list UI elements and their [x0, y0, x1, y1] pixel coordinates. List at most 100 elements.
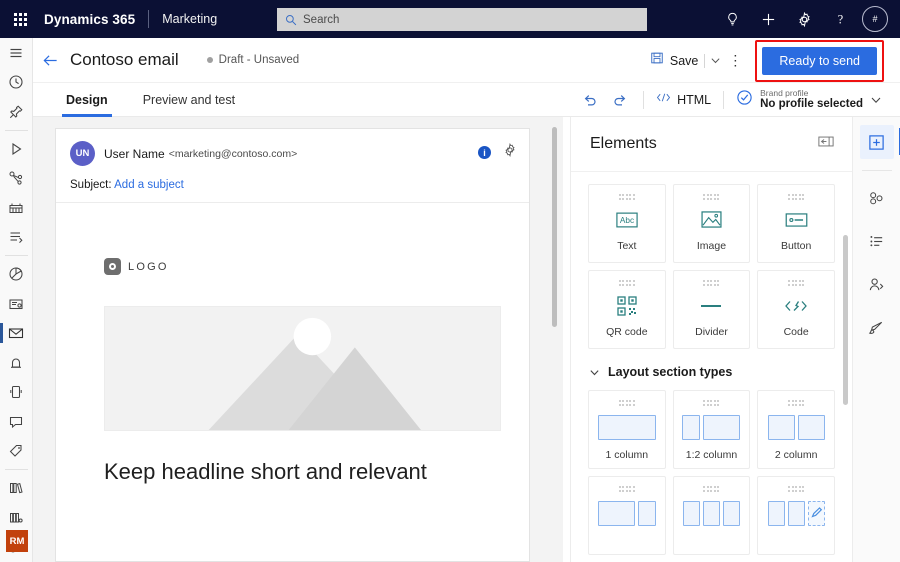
text-abc-icon: Abc [616, 209, 638, 231]
drag-grip-icon [618, 280, 635, 286]
save-label: Save [669, 53, 699, 68]
svg-text:Abc: Abc [620, 216, 634, 225]
sender-avatar: UN [70, 141, 95, 166]
drag-grip-icon [618, 486, 635, 492]
recent-clock-icon[interactable] [0, 68, 33, 98]
toolbar-right-actions: HTML Brand profile No profile selected [575, 83, 900, 117]
email-preview-card[interactable]: UN User Name <marketing@contoso.com> i S… [55, 128, 530, 562]
chevron-down-icon [590, 369, 599, 375]
canvas-scrollbar[interactable] [552, 127, 557, 551]
layout-card-custom-column[interactable] [757, 476, 835, 555]
tab-preview-and-test[interactable]: Preview and test [141, 83, 237, 117]
pinned-icon[interactable] [0, 97, 33, 127]
mobile-device-icon[interactable] [0, 378, 33, 408]
command-bar-actions: Save ⋮ Ready to send [644, 38, 900, 83]
gear-icon[interactable] [786, 0, 822, 38]
app-launcher-icon[interactable] [0, 0, 40, 38]
push-notification-icon[interactable] [0, 348, 33, 378]
lightbulb-icon[interactable] [714, 0, 750, 38]
environment-badge[interactable]: RM [6, 530, 28, 552]
html-toggle-button[interactable]: HTML [652, 91, 715, 109]
drag-grip-icon [618, 400, 635, 406]
layout-card-1-column[interactable]: 1 column [588, 390, 666, 469]
certificate-icon[interactable] [0, 289, 33, 319]
layout-label: 2 column [774, 448, 818, 461]
brand-profile-caption: Brand profile [760, 88, 809, 98]
top-nav-actions: ? # [714, 0, 900, 38]
logo-block[interactable]: LOGO [104, 258, 515, 275]
email-headline-text[interactable]: Keep headline short and relevant [104, 458, 501, 486]
templates-icon[interactable] [0, 503, 33, 533]
layout-card-1-2-column[interactable]: 1:2 column [672, 390, 751, 469]
right-tool-rail [852, 117, 900, 562]
back-arrow-icon[interactable] [33, 38, 67, 83]
segments-icon[interactable] [0, 193, 33, 223]
brand-profile-value: No profile selected [760, 98, 863, 111]
qr-code-icon [617, 295, 637, 317]
elements-panel-header: Elements [571, 117, 852, 172]
layout-preview [682, 500, 740, 526]
element-card-code[interactable]: Code [757, 270, 835, 349]
layout-card-3-column[interactable] [672, 476, 751, 555]
drag-grip-icon [703, 280, 720, 286]
save-dropdown-button[interactable] [704, 53, 721, 68]
email-header-actions: i [478, 142, 517, 162]
element-card-qr-code[interactable]: QR code [588, 270, 666, 349]
element-card-text[interactable]: Abc Text [588, 184, 666, 263]
rail-divider [4, 129, 28, 131]
layout-card-2-column[interactable]: 2 column [757, 390, 835, 469]
panel-scrollbar[interactable] [843, 235, 848, 562]
chevron-down-icon [711, 58, 720, 64]
code-icon [784, 295, 808, 317]
ready-to-send-button[interactable]: Ready to send [762, 46, 877, 75]
image-placeholder-block[interactable] [104, 306, 501, 431]
library-icon[interactable] [0, 473, 33, 503]
plus-icon[interactable] [750, 0, 786, 38]
element-card-divider[interactable]: Divider [672, 270, 751, 349]
element-card-button[interactable]: Button [757, 184, 835, 263]
assets-shapes-icon[interactable] [860, 181, 894, 215]
redo-icon[interactable] [605, 83, 635, 117]
sidebar-item-email[interactable] [0, 318, 33, 348]
logo-mark-icon [104, 258, 121, 275]
collapse-panel-icon[interactable] [818, 135, 834, 153]
html-label: HTML [677, 93, 712, 107]
search-icon [285, 14, 297, 26]
add-element-icon[interactable] [859, 125, 900, 159]
text-message-icon[interactable] [0, 407, 33, 437]
drag-grip-icon [703, 400, 720, 406]
element-label: Image [696, 239, 727, 252]
layout-card-2-1-column[interactable] [588, 476, 666, 555]
image-icon [701, 209, 722, 231]
info-icon[interactable]: i [478, 146, 491, 159]
tag-icon[interactable] [0, 437, 33, 467]
save-button[interactable]: Save [644, 46, 705, 76]
add-subject-link[interactable]: Add a subject [114, 179, 184, 191]
layout-section-header[interactable]: Layout section types [589, 365, 835, 379]
email-settings-gear-icon[interactable] [503, 142, 517, 162]
customer-journey-icon[interactable] [0, 163, 33, 193]
tab-design[interactable]: Design [62, 83, 112, 117]
brand-profile-selector[interactable]: Brand profile No profile selected [732, 88, 886, 111]
personalization-list-icon[interactable] [860, 224, 894, 258]
journeys-play-icon[interactable] [0, 134, 33, 164]
user-avatar[interactable]: # [862, 6, 888, 32]
styles-brush-icon[interactable] [860, 310, 894, 344]
global-search-input[interactable]: Search [277, 8, 647, 31]
elements-panel-body: Abc Text Image Button QR code Divider Co… [571, 172, 852, 562]
element-label: Text [617, 239, 637, 252]
ready-to-send-highlight: Ready to send [755, 39, 884, 82]
undo-icon[interactable] [575, 83, 605, 117]
audience-person-icon[interactable] [860, 267, 894, 301]
help-icon[interactable]: ? [822, 0, 858, 38]
hamburger-menu-icon[interactable] [0, 38, 33, 68]
lead-scoring-icon[interactable] [0, 223, 33, 253]
layout-preview [682, 414, 741, 440]
svg-text:?: ? [837, 12, 842, 26]
element-card-image[interactable]: Image [672, 184, 751, 263]
email-body: LOGO Keep headline short and relevant [56, 258, 529, 486]
button-icon [785, 209, 808, 231]
analytics-pie-icon[interactable] [0, 259, 33, 289]
more-commands-button[interactable]: ⋮ [721, 46, 749, 76]
rail-divider [4, 255, 28, 257]
